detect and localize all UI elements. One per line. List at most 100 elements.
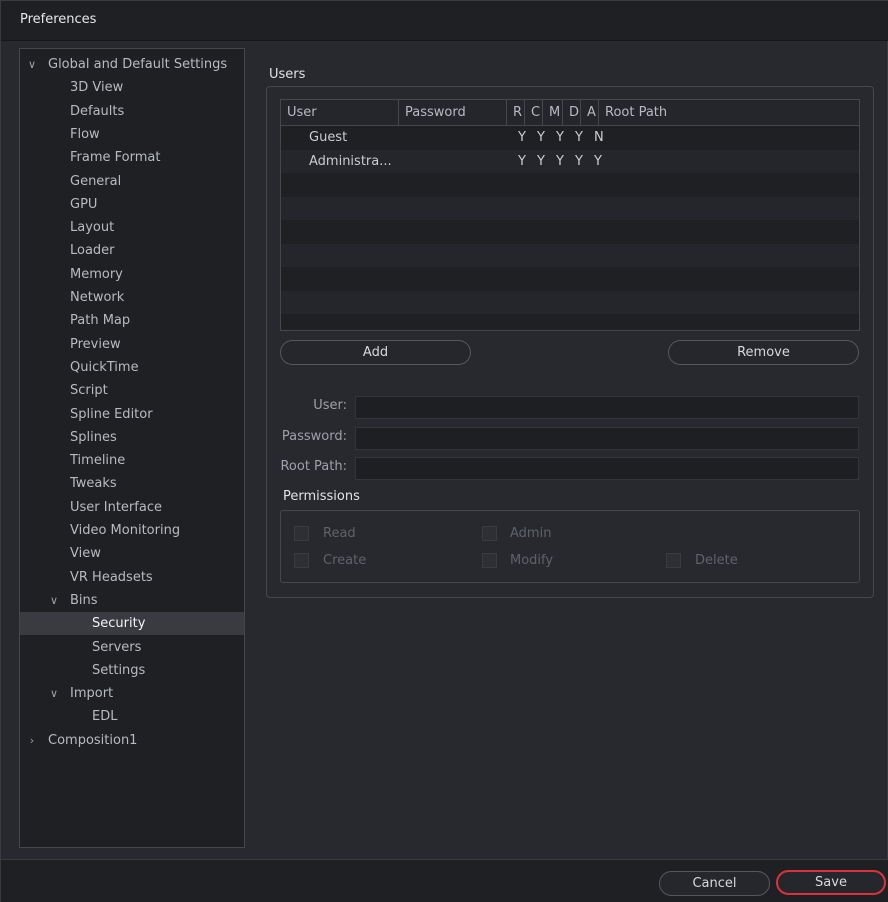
admin-checkbox-label: Admin [510,526,552,541]
read-checkbox[interactable] [294,526,309,541]
tree-item-defaults[interactable]: Defaults [20,100,244,123]
tree-item-network[interactable]: Network [20,286,244,309]
users-section-label: Users [269,67,306,82]
tree-item-label: Spline Editor [70,406,153,422]
tree-item-layout[interactable]: Layout [20,216,244,239]
tree-item-loader[interactable]: Loader [20,239,244,262]
admin-checkbox[interactable] [482,526,497,541]
tree-item-user-interface[interactable]: User Interface [20,496,244,519]
cell-user: Administra... [309,153,392,169]
modify-checkbox[interactable] [482,553,497,568]
cancel-button[interactable]: Cancel [659,871,770,896]
create-checkbox[interactable] [294,553,309,568]
tree-item-label: Import [70,686,114,702]
remove-user-button[interactable]: Remove [668,340,859,365]
tree-item-3d-view[interactable]: 3D View [20,76,244,99]
table-row [281,196,859,220]
tree-item-video-monitoring[interactable]: Video Monitoring [20,519,244,542]
chevron-down-icon[interactable]: ∨ [48,589,60,612]
tree-item-general[interactable]: General [20,170,244,193]
tree-item-settings[interactable]: Settings [20,659,244,682]
tree-item-preview[interactable]: Preview [20,333,244,356]
tree-item-gpu[interactable]: GPU [20,193,244,216]
tree-item-spline-editor[interactable]: Spline Editor [20,403,244,426]
column-header-c[interactable]: C [525,100,543,125]
add-user-button[interactable]: Add [280,340,471,365]
tree-item-label: Script [70,383,108,399]
cell-user: Guest [309,130,348,145]
tree-item-splines[interactable]: Splines [20,426,244,449]
root-path-field-label: Root Path: [280,459,347,474]
column-header-password[interactable]: Password [399,100,507,125]
tree-item-label: Video Monitoring [70,523,181,538]
tree-item-label: 3D View [70,80,124,96]
root-path-field[interactable] [355,457,859,480]
tree-item-import[interactable]: ∨ Import [20,682,244,705]
delete-checkbox-label: Delete [695,553,738,568]
tree-item-view[interactable]: View [20,542,244,565]
tree-item-path-map[interactable]: Path Map [20,309,244,332]
tree-item-label: Settings [92,662,146,678]
column-header-d[interactable]: D [563,100,581,125]
permissions-group [280,510,860,583]
tree-item-label: Defaults [70,103,125,119]
tree-item-global-and-default-settings[interactable]: ∨ Global and Default Settings [20,53,244,76]
table-row[interactable]: Administra... Y Y Y Y Y [281,149,859,173]
save-button[interactable]: Save [776,870,886,895]
tree-item-label: Global and Default Settings [48,57,228,72]
table-row [281,314,859,330]
tree-item-quicktime[interactable]: QuickTime [20,356,244,379]
table-row[interactable]: Guest Y Y Y Y N [281,126,859,149]
table-row [281,243,859,267]
column-header-r[interactable]: R [507,100,525,125]
tree-item-label: GPU [70,196,98,212]
delete-checkbox[interactable] [666,553,681,568]
cell-c: Y [537,130,545,145]
column-header-a[interactable]: A [581,100,599,125]
window-title: Preferences [20,12,97,27]
users-table-header: User Password R C M D A Root Path [281,100,859,126]
tree-item-label: General [70,173,122,189]
tree-item-memory[interactable]: Memory [20,263,244,286]
tree-item-label: Network [70,290,125,305]
preferences-window: Preferences ∨ Global and Default Settings… [0,0,888,902]
tree-item-label: Layout [70,220,115,236]
user-field[interactable] [355,396,859,419]
tree-item-flow[interactable]: Flow [20,123,244,146]
tree-item-timeline[interactable]: Timeline [20,449,244,472]
column-header-m[interactable]: M [543,100,563,125]
tree-item-label: EDL [92,709,118,725]
password-field-label: Password: [281,429,347,444]
tree-item-servers[interactable]: Servers [20,636,244,659]
tree-item-composition1[interactable]: › Composition1 [20,729,244,752]
tree-item-vr-headsets[interactable]: VR Headsets [20,566,244,589]
tree-item-label: View [70,546,101,562]
tree-item-bins[interactable]: ∨ Bins [20,589,244,612]
modify-checkbox-label: Modify [510,553,554,568]
tree-item-label: Servers [92,639,142,655]
chevron-right-icon[interactable]: › [26,729,38,752]
tree-item-security[interactable]: Security [20,612,244,636]
permissions-section-label: Permissions [283,489,360,504]
tree-item-label: Flow [70,126,100,142]
table-row [281,290,859,314]
tree-item-label: Bins [70,592,98,608]
cell-a: Y [594,153,602,169]
column-header-user[interactable]: User [281,100,399,125]
chevron-down-icon[interactable]: ∨ [26,53,38,76]
tree-item-label: Security [92,616,146,632]
chevron-down-icon[interactable]: ∨ [48,682,60,705]
column-header-root-path[interactable]: Root Path [599,100,859,125]
tree-item-edl[interactable]: EDL [20,705,244,728]
preferences-tree[interactable]: ∨ Global and Default Settings 3D View Defau… [19,48,245,848]
users-table[interactable]: User Password R C M D A Root Path Guest Y… [280,99,860,331]
title-bar: Preferences [1,1,888,41]
cell-d: Y [575,130,583,145]
password-field[interactable] [355,427,859,450]
table-row [281,267,859,290]
tree-item-tweaks[interactable]: Tweaks [20,472,244,495]
tree-item-label: Memory [70,266,123,282]
tree-item-script[interactable]: Script [20,379,244,402]
cell-d: Y [575,153,583,169]
tree-item-frame-format[interactable]: Frame Format [20,146,244,169]
